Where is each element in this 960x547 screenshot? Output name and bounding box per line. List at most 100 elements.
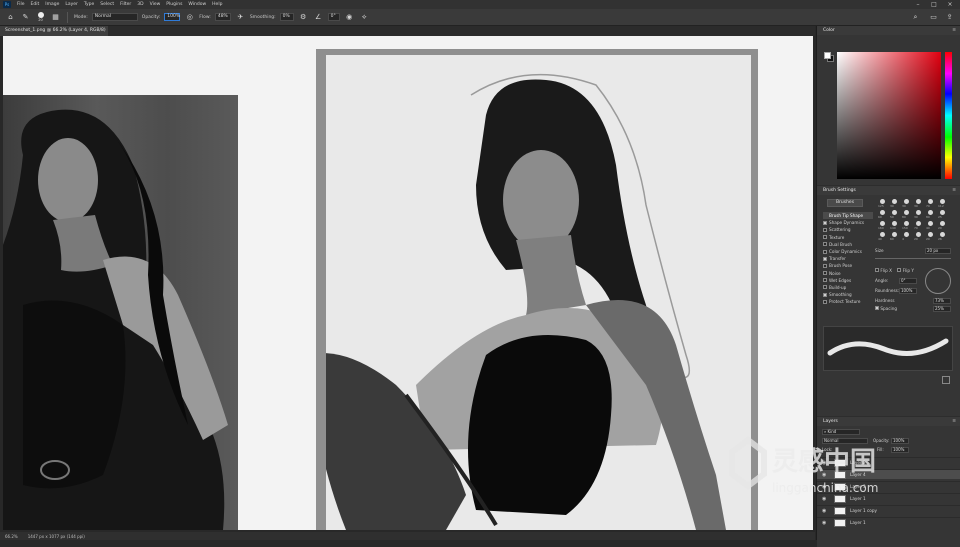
document-tab[interactable]: Screenshot_1.png @ 66.2% (Layer 4, RGB/8… [0, 26, 108, 43]
brush-tip-preset[interactable]: 80 [925, 209, 937, 220]
pressure-size-icon[interactable]: ◉ [344, 12, 355, 23]
flip-x-checkbox[interactable] [875, 268, 879, 272]
brush-option-checkbox[interactable] [823, 299, 827, 304]
brush-option-row[interactable]: Scattering [823, 226, 873, 233]
brush-tip-preset[interactable]: 20 [925, 231, 937, 242]
panel-menu-icon[interactable]: ≡ [952, 417, 956, 426]
angle-field[interactable]: 0° [327, 13, 340, 21]
menu-view[interactable]: View [147, 0, 164, 9]
size-slider[interactable] [875, 258, 951, 259]
brush-tip-preset[interactable]: 4 [901, 231, 913, 242]
painting-canvas[interactable] [326, 55, 751, 530]
layer-row[interactable]: ◉ Layer 1 [817, 517, 960, 527]
search-icon[interactable]: ⌕ [910, 12, 921, 23]
layer-row[interactable]: ◉ Layer 1 copy [817, 505, 960, 515]
close-icon[interactable]: × [944, 0, 956, 9]
menu-select[interactable]: Select [97, 0, 117, 9]
menu-edit[interactable]: Edit [28, 0, 43, 9]
airbrush-icon[interactable]: ✈ [235, 12, 246, 23]
brush-option-row[interactable]: Dual Brush [823, 241, 873, 248]
angle-field[interactable]: 0° [899, 278, 917, 284]
brush-tip-preset[interactable]: 30 [913, 209, 925, 220]
brush-option-row[interactable]: Texture [823, 234, 873, 241]
brush-preset-picker[interactable]: 20 [35, 12, 46, 23]
brush-option-checkbox[interactable] [823, 249, 827, 254]
brush-tip-preset[interactable]: 26 [937, 231, 949, 242]
brush-option-checkbox[interactable] [823, 227, 827, 232]
panel-menu-icon[interactable]: ≡ [952, 26, 956, 35]
brush-tip-preset[interactable]: 50 [889, 209, 901, 220]
flow-field[interactable]: 48% [214, 13, 231, 21]
brush-tip-preset[interactable]: 60 [877, 209, 889, 220]
minimize-icon[interactable]: – [912, 0, 924, 9]
roundness-field[interactable]: 100% [899, 288, 917, 294]
foreground-color-swatch[interactable] [824, 52, 831, 59]
brush-option-checkbox[interactable] [823, 292, 827, 297]
brush-option-checkbox[interactable] [823, 235, 827, 240]
brush-option-checkbox[interactable] [823, 271, 827, 276]
brush-tip-preset[interactable]: 125 [877, 198, 889, 209]
spacing-field[interactable]: 25% [933, 306, 951, 312]
menu-plugins[interactable]: Plugins [163, 0, 185, 9]
zoom-level[interactable]: 66.2% [5, 534, 18, 539]
brush-tip-preset[interactable]: 70 [913, 220, 925, 231]
menu-layer[interactable]: Layer [62, 0, 81, 9]
menu-filter[interactable]: Filter [117, 0, 134, 9]
brush-tip-preset[interactable]: 112 [937, 198, 949, 209]
opacity-field[interactable]: 100% [164, 13, 181, 21]
symmetry-icon[interactable]: ⟡ [359, 12, 370, 23]
panel-menu-icon[interactable]: ≡ [952, 186, 956, 195]
brush-tip-preset[interactable]: 20 [937, 220, 949, 231]
home-icon[interactable]: ⌂ [5, 12, 16, 23]
brush-option-row[interactable]: Brush Tip Shape [823, 212, 873, 220]
brush-tip-preset[interactable]: 25 [937, 209, 949, 220]
smoothing-field[interactable]: 0% [279, 13, 294, 21]
menu-3d[interactable]: 3D [134, 0, 146, 9]
brush-option-row[interactable]: Transfer [823, 255, 873, 262]
layers-panel-header[interactable]: Layers ≡ [817, 417, 960, 426]
hardness-field[interactable]: 73% [933, 298, 951, 304]
brush-option-checkbox[interactable] [823, 263, 827, 268]
menu-image[interactable]: Image [42, 0, 62, 9]
brush-tip-preset[interactable]: 150 [901, 220, 913, 231]
document-canvas[interactable] [3, 36, 813, 530]
create-brush-icon[interactable] [942, 376, 950, 384]
brush-tip-preset[interactable]: 70 [925, 198, 937, 209]
brush-tip-preset[interactable]: 30 [913, 198, 925, 209]
brush-option-row[interactable]: Smoothing [823, 291, 873, 298]
brush-option-checkbox[interactable] [823, 285, 827, 290]
menu-window[interactable]: Window [185, 0, 209, 9]
brush-option-row[interactable]: Build-up [823, 284, 873, 291]
canvas-area[interactable] [0, 36, 815, 532]
brush-tip-preset[interactable]: 60 [889, 231, 901, 242]
color-panel-header[interactable]: Color ≡ [817, 26, 960, 35]
brush-option-row[interactable]: Wet Edges [823, 277, 873, 284]
brush-tip-preset[interactable]: 80 [901, 209, 913, 220]
brush-angle-dial[interactable] [925, 268, 951, 294]
brush-tip-preset[interactable]: 160 [877, 220, 889, 231]
brush-tip-preset[interactable]: 20 [913, 231, 925, 242]
brush-option-checkbox[interactable] [823, 278, 827, 283]
brush-tool-icon[interactable]: ✎ [20, 12, 31, 23]
share-icon[interactable]: ⇪ [944, 12, 955, 23]
size-field[interactable]: 20 px [925, 248, 951, 254]
brush-option-row[interactable]: Brush Pose [823, 262, 873, 269]
mode-select[interactable]: Normal [91, 13, 138, 21]
brush-option-checkbox[interactable] [823, 242, 827, 247]
menu-type[interactable]: Type [81, 0, 97, 9]
brush-option-row[interactable]: Noise [823, 270, 873, 277]
pressure-opacity-icon[interactable]: ◎ [184, 12, 195, 23]
brush-tip-preset[interactable]: 30 [901, 198, 913, 209]
maximize-icon[interactable]: □ [928, 0, 940, 9]
hue-slider[interactable] [945, 52, 952, 179]
brush-option-checkbox[interactable] [823, 220, 827, 225]
brush-settings-header[interactable]: Brush Settings ≡ [817, 186, 960, 195]
menu-help[interactable]: Help [209, 0, 225, 9]
brush-panel-toggle-icon[interactable]: ▦ [50, 12, 61, 23]
brush-tip-preset[interactable]: 30 [889, 198, 901, 209]
smoothing-settings-icon[interactable]: ⚙ [298, 12, 309, 23]
brush-tip-preset[interactable]: 140 [889, 220, 901, 231]
brush-option-row[interactable]: Shape Dynamics [823, 219, 873, 226]
spacing-checkbox[interactable] [875, 306, 879, 310]
menu-file[interactable]: File [14, 0, 28, 9]
